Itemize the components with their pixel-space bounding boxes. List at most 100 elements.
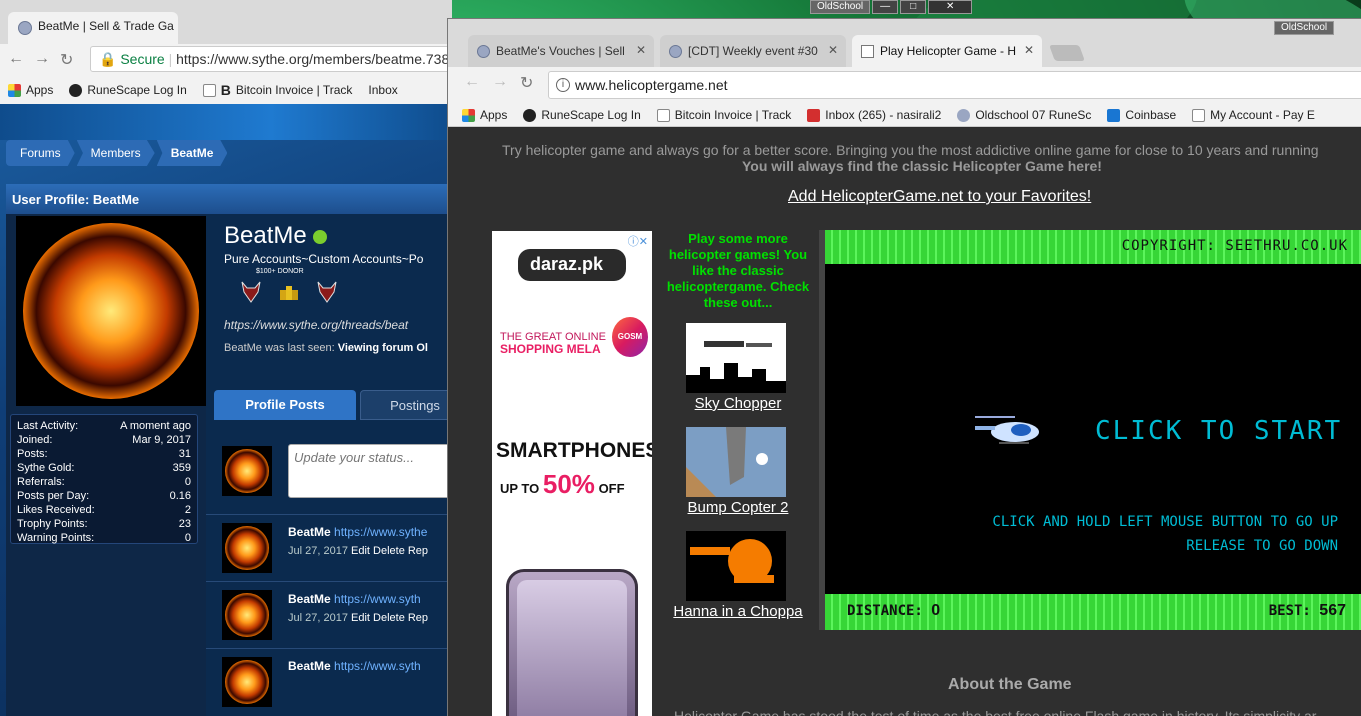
stat-value: 359 <box>172 462 191 474</box>
user-title: Pure Accounts~Custom Accounts~Po <box>224 252 424 266</box>
maximize-button[interactable]: □ <box>900 0 927 14</box>
bookmark-item[interactable]: Coinbase <box>1107 108 1176 122</box>
bookmark-item[interactable]: Oldschool 07 RuneSc <box>957 108 1091 122</box>
profile-label: OldSchool <box>810 0 871 14</box>
profile-link[interactable]: https://www.sythe.org/threads/beat <box>224 318 408 332</box>
hanna-choppa-thumb[interactable] <box>686 531 786 601</box>
stat-value: 0.16 <box>169 490 191 502</box>
donor-label: $100+ DONOR <box>256 268 304 275</box>
stat-value: 2 <box>184 504 191 516</box>
avatar <box>222 590 272 640</box>
bookmarks-bar: Apps RuneScape Log In Bitcoin Invoice | Tr… <box>448 103 1361 127</box>
add-favorites-link[interactable]: Add HelicopterGame.net to your Favorites… <box>788 188 1091 206</box>
stat-value: A moment ago <box>120 420 191 432</box>
stat-row: Referrals: 0 <box>17 475 191 489</box>
ad-info-icon[interactable]: ⓘ✕ <box>628 233 648 249</box>
back-browser-window: BeatMe | Sell & Trade Ga ← → ↻ 🔒 Secure … <box>0 0 452 716</box>
apps-grid-icon <box>8 83 21 97</box>
post-link[interactable]: https://www.syth <box>334 592 421 606</box>
bookmark-item[interactable]: My Account - Pay E <box>1192 108 1315 122</box>
bookmark-apps[interactable]: Apps <box>8 83 53 97</box>
avatar <box>222 523 272 573</box>
tab-vouches[interactable]: BeatMe's Vouches | Sell ✕ <box>468 35 654 67</box>
game-link-hanna-in-a-choppa[interactable]: Hanna in a Choppa <box>658 603 818 620</box>
post-actions[interactable]: Edit Delete Rep <box>351 545 428 557</box>
runescape-icon <box>69 83 83 97</box>
more-games: Play some more helicopter games! You lik… <box>658 231 818 716</box>
address-bar[interactable]: 🔒 Secure | https://www.sythe.org/members… <box>90 46 452 72</box>
lock-icon: 🔒 <box>99 51 117 67</box>
helicopter-game-page: Try helicopter game and always go for a … <box>448 128 1361 716</box>
back-arrow-icon[interactable]: ← <box>464 73 480 91</box>
game-link-sky-chopper[interactable]: Sky Chopper <box>658 395 818 412</box>
helicopter-game-canvas[interactable]: COPYRIGHT: SEETHRU.CO.UK CLICK TO START … <box>819 230 1361 630</box>
bookmark-item[interactable]: Bitcoin Invoice | Track <box>656 108 791 122</box>
breadcrumb-beatme[interactable]: BeatMe <box>156 140 228 166</box>
stat-label: Warning Points: <box>17 532 95 544</box>
ad-discount: UP TO 50% OFF <box>500 469 625 499</box>
bookmark-bitcoin[interactable]: B Bitcoin Invoice | Track <box>202 82 352 98</box>
bump-copter-thumb[interactable] <box>686 427 786 497</box>
tab-helicopter-game[interactable]: Play Helicopter Game - H ✕ <box>852 35 1042 67</box>
avatar <box>222 657 272 707</box>
bookmark-runescape[interactable]: RuneScape Log In <box>69 83 187 97</box>
address-bar[interactable]: i www.helicoptergame.net <box>548 71 1361 99</box>
tab-profile-posts[interactable]: Profile Posts <box>214 390 356 420</box>
tab-title: BeatMe | Sell & Trade Ga <box>38 19 174 33</box>
page-icon <box>656 108 670 122</box>
bookmark-inbox[interactable]: Inbox <box>368 83 397 97</box>
intro-text: Try helicopter game and always go for a … <box>502 142 1319 158</box>
reload-icon[interactable]: ↻ <box>520 73 533 93</box>
new-tab-button[interactable] <box>1049 45 1085 61</box>
list-item: BeatMe https://www.sythe Jul 27, 2017 Edi… <box>206 514 452 580</box>
breadcrumb-forums[interactable]: Forums <box>6 140 75 166</box>
stat-label: Referrals: <box>17 476 65 488</box>
page-icon <box>861 45 874 58</box>
stat-row: Posts per Day: 0.16 <box>17 489 191 503</box>
close-tab-icon[interactable]: ✕ <box>1024 43 1034 57</box>
back-arrow-icon[interactable]: ← <box>8 50 24 68</box>
post-link[interactable]: https://www.sythe <box>334 525 427 539</box>
tab-cdt-event[interactable]: [CDT] Weekly event #30 ✕ <box>660 35 846 67</box>
back-window-controls: OldSchool — □ ✕ <box>810 0 973 14</box>
stat-label: Posts: <box>17 448 48 460</box>
back-tab-strip: BeatMe | Sell & Trade Ga <box>0 0 452 44</box>
close-tab-icon[interactable]: ✕ <box>828 43 838 57</box>
stat-value: 31 <box>178 448 191 460</box>
click-to-start-text[interactable]: CLICK TO START <box>1095 416 1342 446</box>
close-button[interactable]: ✕ <box>928 0 973 14</box>
advertisement[interactable]: ⓘ✕ daraz.pk THE GREAT ONLINE SHOPPING MEL… <box>492 231 652 716</box>
stat-row: Joined: Mar 9, 2017 <box>17 433 191 447</box>
bookmark-item[interactable]: Apps <box>462 108 507 122</box>
forward-arrow-icon[interactable]: → <box>34 50 50 68</box>
stat-row: Last Activity: A moment ago <box>17 419 191 433</box>
reload-icon[interactable]: ↻ <box>60 50 73 70</box>
front-browser-window: OldSchool BeatMe's Vouches | Sell ✕ [CDT]… <box>447 18 1361 716</box>
forward-arrow-icon[interactable]: → <box>492 73 508 91</box>
stat-value: 0 <box>184 532 191 544</box>
post-link[interactable]: https://www.syth <box>334 659 421 673</box>
avatar <box>16 216 206 406</box>
browser-toolbar: ← → ↻ i www.helicoptergame.net <box>448 67 1361 103</box>
front-tab-strip: OldSchool BeatMe's Vouches | Sell ✕ [CDT]… <box>448 19 1361 67</box>
demon-badge-icon <box>241 281 261 303</box>
stat-label: Trophy Points: <box>17 518 88 530</box>
breadcrumb-members[interactable]: Members <box>76 140 155 166</box>
username: BeatMe <box>224 222 327 250</box>
close-tab-icon[interactable]: ✕ <box>636 43 646 57</box>
sky-chopper-thumb[interactable] <box>686 323 786 393</box>
post-author: BeatMe https://www.sythe <box>288 525 428 539</box>
stat-label: Posts per Day: <box>17 490 90 502</box>
bookmark-item[interactable]: Inbox (265) - nasirali2 <box>807 108 941 122</box>
minimize-button[interactable]: — <box>872 0 899 14</box>
game-link-bump-copter-2[interactable]: Bump Copter 2 <box>658 499 818 516</box>
tab-postings[interactable]: Postings <box>360 390 452 420</box>
tab-beatme-profile[interactable]: BeatMe | Sell & Trade Ga <box>8 12 178 44</box>
best-score: BEST: 567 <box>1268 602 1346 619</box>
status-input[interactable] <box>288 444 452 498</box>
profile-main: BeatMe Pure Accounts~Custom Accounts~Po … <box>206 214 452 716</box>
post-actions[interactable]: Edit Delete Rep <box>351 612 428 624</box>
bookmark-item[interactable]: RuneScape Log In <box>523 108 641 122</box>
balloon-icon: GOSM <box>612 317 648 357</box>
stat-row: Likes Received: 2 <box>17 503 191 517</box>
